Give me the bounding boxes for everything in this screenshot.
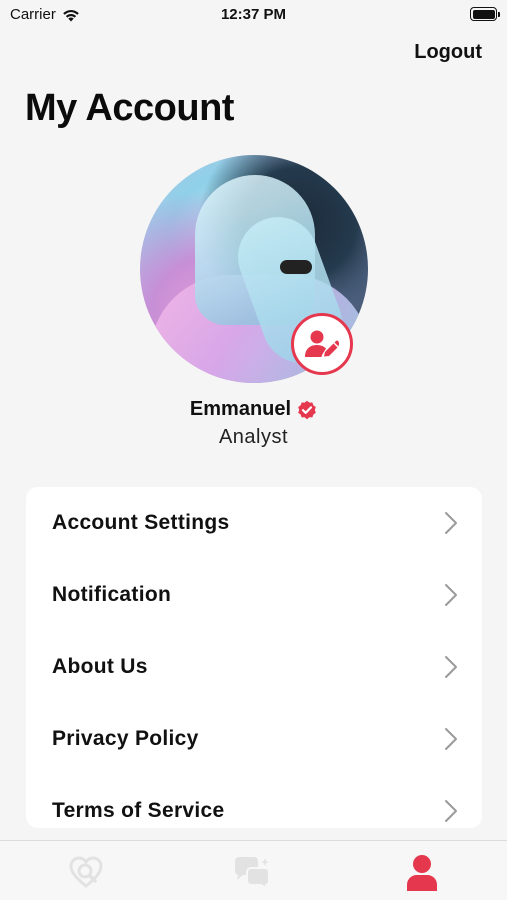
chevron-right-icon xyxy=(445,728,457,750)
tab-discover[interactable] xyxy=(66,853,106,893)
user-name: Emmanuel xyxy=(189,398,292,420)
chevron-right-icon xyxy=(445,584,457,606)
tab-account[interactable] xyxy=(402,853,442,893)
profile-name-row: Emmanuel xyxy=(0,398,507,421)
battery-level xyxy=(472,9,495,19)
menu-item-label: Terms of Service xyxy=(52,799,225,822)
account-menu: Account Settings Notification About Us P… xyxy=(26,487,482,828)
account-screen: Carrier 12:37 PM Logout My Account Emman… xyxy=(0,0,507,900)
menu-item-privacy-policy[interactable]: Privacy Policy xyxy=(26,703,482,775)
menu-item-label: About Us xyxy=(52,655,148,678)
menu-item-label: Notification xyxy=(52,583,172,606)
menu-item-notification[interactable]: Notification xyxy=(26,559,482,631)
menu-item-terms-of-service[interactable]: Terms of Service xyxy=(26,775,482,828)
edit-profile-button[interactable] xyxy=(291,313,353,375)
heart-search-icon xyxy=(69,856,103,888)
battery-icon xyxy=(470,7,500,21)
user-edit-icon xyxy=(305,330,339,357)
user-icon xyxy=(407,855,437,891)
chevron-right-icon xyxy=(445,512,457,534)
status-time: 12:37 PM xyxy=(220,6,287,23)
menu-item-label: Privacy Policy xyxy=(52,727,199,750)
status-bar: Carrier 12:37 PM xyxy=(0,0,507,30)
menu-item-account-settings[interactable]: Account Settings xyxy=(26,487,482,559)
page-title: My Account xyxy=(25,87,234,129)
menu-item-about-us[interactable]: About Us xyxy=(26,631,482,703)
menu-item-label: Account Settings xyxy=(52,511,230,534)
chat-bubbles-icon xyxy=(235,857,270,891)
chevron-right-icon xyxy=(445,800,457,822)
avatar-photo-watch xyxy=(280,260,312,274)
tab-messages[interactable] xyxy=(232,853,272,893)
verified-badge-icon xyxy=(298,400,316,419)
chevron-right-icon xyxy=(445,656,457,678)
user-role: Analyst xyxy=(218,426,289,448)
logout-button[interactable]: Logout xyxy=(414,41,482,64)
tab-bar xyxy=(0,840,507,900)
